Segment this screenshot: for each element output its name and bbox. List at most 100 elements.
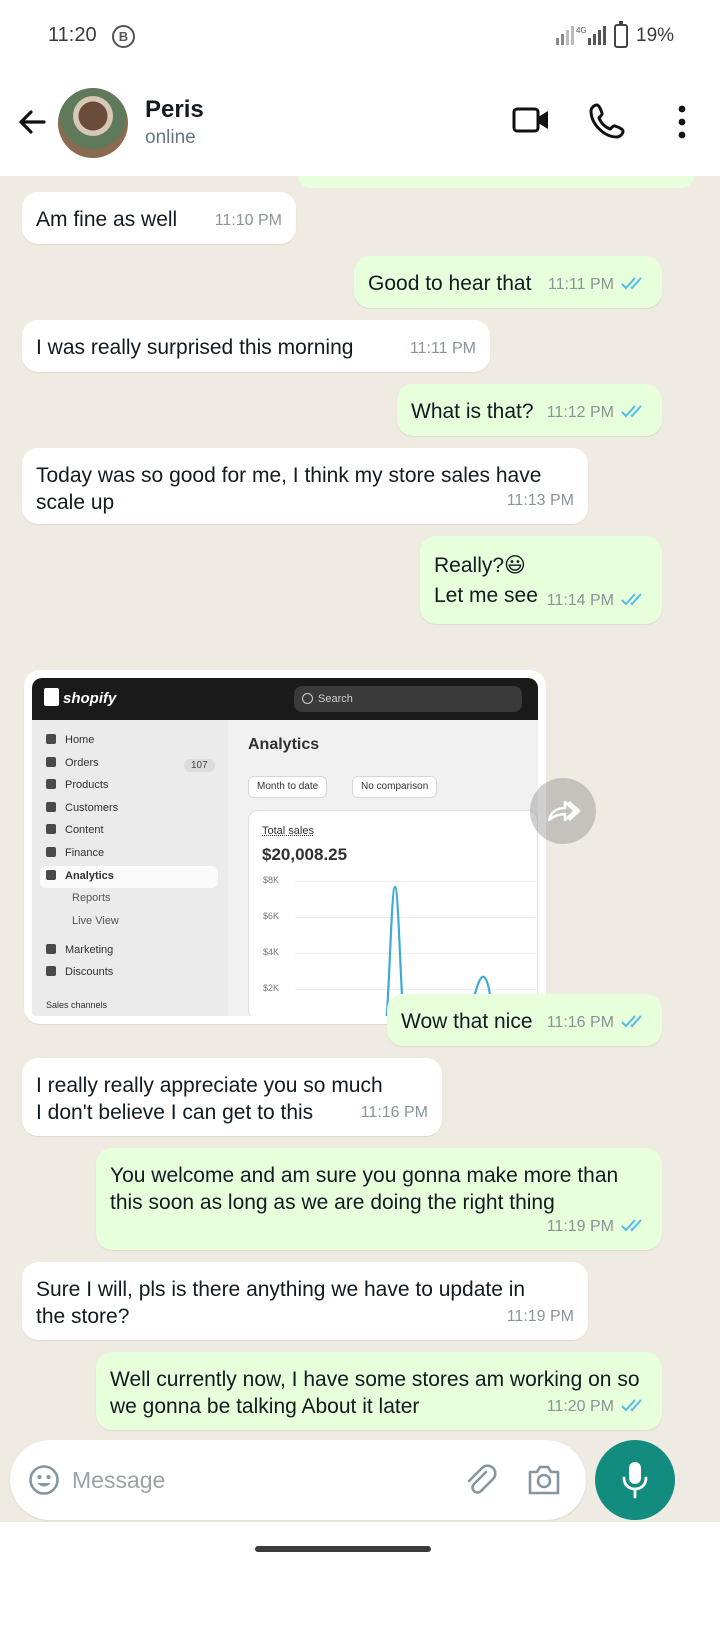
- nav-label: Discounts: [65, 966, 114, 978]
- message-outgoing[interactable]: Well currently now, I have some stores a…: [96, 1352, 662, 1430]
- message-meta: 11:12 PM: [547, 399, 648, 426]
- shopify-topbar: shopify Search: [32, 678, 538, 720]
- message-time: 11:20 PM: [546, 1398, 614, 1415]
- shopify-search-placeholder: Search: [318, 693, 353, 705]
- nav-analytics: Analytics: [46, 870, 114, 882]
- video-call-icon[interactable]: [512, 102, 550, 138]
- nav-discounts: Discounts: [46, 966, 113, 978]
- nav-home: Home: [46, 734, 94, 746]
- home-gesture-handle[interactable]: [255, 1546, 431, 1552]
- card-label: Total sales: [262, 825, 314, 837]
- nav-label: Live View: [72, 915, 119, 927]
- chat-header: Peris online: [0, 72, 720, 176]
- message-outgoing[interactable]: Really?😃 Let me see 11:14 PM: [420, 536, 662, 624]
- message-incoming[interactable]: Sure I will, pls is there anything we ha…: [22, 1262, 588, 1340]
- read-ticks-icon: [621, 1399, 642, 1412]
- nav-finance: Finance: [46, 847, 104, 859]
- y-tick: $8K: [263, 875, 280, 885]
- card-value: $20,008.25: [262, 845, 348, 864]
- camera-icon[interactable]: [526, 1463, 562, 1497]
- message-incoming[interactable]: I was really surprised this morning 11:1…: [22, 320, 490, 372]
- read-ticks-icon: [621, 1015, 642, 1028]
- nav-label: Customers: [65, 802, 119, 814]
- message-incoming[interactable]: Am fine as well 11:10 PM: [22, 192, 296, 244]
- y-tick: $2K: [263, 983, 280, 993]
- message-input[interactable]: [72, 1462, 432, 1498]
- message-time: 11:19 PM: [506, 1308, 574, 1325]
- message-time: 11:10 PM: [214, 212, 282, 229]
- status-bar: 11:20 B 4G 19%: [0, 0, 720, 72]
- image-message[interactable]: shopify Search Home Orders 107 Products …: [24, 670, 546, 1024]
- message-meta: 11:20 PM: [547, 1393, 648, 1420]
- system-navigation-bar: [0, 1522, 720, 1650]
- home-icon: [46, 734, 56, 744]
- forward-button[interactable]: [530, 778, 596, 844]
- nav-reports: Reports: [72, 892, 111, 904]
- message-outgoing[interactable]: What is that? 11:12 PM: [397, 384, 662, 436]
- nav-label: Finance: [65, 847, 105, 859]
- message-time: 11:14 PM: [546, 592, 614, 609]
- nav-label: Analytics: [65, 870, 114, 882]
- tag-icon: [46, 779, 56, 789]
- message-incoming[interactable]: I really really appreciate you so much I…: [22, 1058, 442, 1136]
- notification-badge-icon: B: [112, 25, 135, 48]
- voice-record-button[interactable]: [595, 1440, 675, 1520]
- previous-message-bubble[interactable]: [298, 176, 694, 188]
- contact-name[interactable]: Peris: [145, 96, 204, 124]
- read-ticks-icon: [621, 405, 642, 418]
- message-text: Today was so good for me, I think my sto…: [36, 464, 542, 514]
- nav-label: Reports: [72, 892, 111, 904]
- phone-call-icon[interactable]: [588, 102, 626, 140]
- nav-live-view: Live View: [72, 915, 119, 927]
- contact-avatar[interactable]: [58, 88, 128, 158]
- nav-label: Marketing: [65, 944, 114, 956]
- microphone-icon: [622, 1462, 648, 1499]
- date-range-chip: Month to date: [248, 776, 328, 798]
- shopify-brand-text: shopify: [63, 690, 117, 707]
- shared-screenshot-image[interactable]: shopify Search Home Orders 107 Products …: [32, 678, 538, 1016]
- message-text: I really really appreciate you so much: [36, 1074, 383, 1097]
- nav-customers: Customers: [46, 802, 118, 814]
- discount-icon: [46, 966, 56, 976]
- message-text: Sure I will, pls is there anything we ha…: [36, 1278, 526, 1328]
- battery-percent: 19%: [636, 25, 675, 46]
- more-options-icon[interactable]: [668, 102, 696, 142]
- paperclip-icon[interactable]: [462, 1462, 498, 1498]
- y-tick: $4K: [263, 947, 280, 957]
- person-icon: [46, 802, 56, 812]
- message-outgoing[interactable]: Good to hear that 11:11 PM: [354, 256, 662, 308]
- nav-label: Products: [65, 779, 109, 791]
- orders-count-badge: 107: [184, 759, 215, 772]
- nav-orders: Orders: [46, 757, 99, 769]
- message-outgoing[interactable]: You welcome and am sure you gonna make m…: [96, 1148, 662, 1250]
- nav-marketing: Marketing: [46, 944, 113, 956]
- message-incoming[interactable]: Today was so good for me, I think my sto…: [22, 448, 588, 524]
- read-ticks-icon: [621, 593, 642, 606]
- message-time: 11:12 PM: [546, 404, 614, 421]
- chat-area[interactable]: Am fine as well 11:10 PM Good to hear th…: [0, 176, 720, 1518]
- nav-label: Orders: [65, 757, 99, 769]
- shopify-logo: shopify: [44, 688, 116, 707]
- message-outgoing[interactable]: Wow that nice 11:16 PM: [387, 994, 662, 1046]
- svg-text:4G: 4G: [576, 26, 587, 35]
- comparison-chip: No comparison: [352, 776, 438, 798]
- message-meta: 11:19 PM: [547, 1213, 648, 1240]
- emoji-icon[interactable]: [28, 1464, 60, 1496]
- message-time: 11:19 PM: [546, 1218, 614, 1235]
- nav-label: Home: [65, 734, 95, 746]
- search-icon: [302, 693, 313, 704]
- message-time: 11:16 PM: [546, 1014, 614, 1031]
- message-text: You welcome and am sure you gonna make m…: [110, 1164, 619, 1214]
- content-icon: [46, 824, 56, 834]
- forward-icon: [547, 800, 581, 822]
- shopify-search: Search: [294, 686, 522, 712]
- analytics-title: Analytics: [248, 736, 320, 753]
- bank-icon: [46, 847, 56, 857]
- message-time: 11:11 PM: [547, 276, 614, 293]
- target-icon: [46, 944, 56, 954]
- message-time: 11:16 PM: [360, 1104, 428, 1121]
- status-time: 11:20: [48, 24, 97, 46]
- orders-icon: [46, 757, 56, 767]
- back-arrow-icon[interactable]: [14, 104, 50, 140]
- message-meta: 11:14 PM: [547, 587, 648, 614]
